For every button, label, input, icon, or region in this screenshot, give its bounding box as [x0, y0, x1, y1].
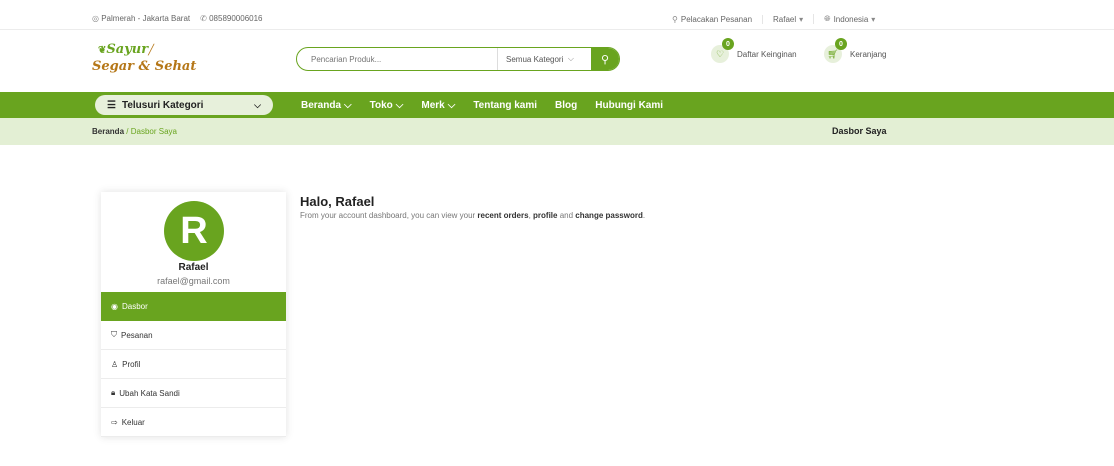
location-icon: ◎ [92, 14, 99, 23]
account-menu: ◉ Dasbor ⛉ Pesanan ♙ Profil 🔒︎ Ubah Kata San… [101, 292, 286, 437]
top-bar: ◎ Palmerah - Jakarta Barat ✆ 08589000601… [0, 0, 1114, 30]
top-links: ⚲ Pelacakan Pesanan Rafael ▾ 🌐︎ Indonesia ▾ [672, 14, 885, 24]
contact-info: ◎ Palmerah - Jakarta Barat ✆ 08589000601… [92, 14, 262, 23]
browse-categories-label: Telusuri Kategori [121, 99, 204, 111]
phone-icon: ✆ [200, 14, 207, 23]
nav-beranda[interactable]: Beranda ⌵ [301, 100, 352, 111]
chevron-down-icon: ⌵ [395, 99, 404, 111]
breadcrumb-current: Dasbor Saya [130, 127, 177, 136]
chevron-down-icon: ⌵ [567, 54, 574, 63]
search-icon: ⚲ [600, 53, 610, 66]
menu-dasbor[interactable]: ◉ Dasbor [101, 292, 286, 321]
change-password-link[interactable]: change password [575, 211, 643, 220]
nav-merk[interactable]: Merk ⌵ [421, 100, 455, 111]
chevron-down-icon: ⌵ [344, 99, 352, 111]
language-dropdown[interactable]: 🌐︎ Indonesia ▾ [813, 14, 885, 24]
avatar: R [164, 201, 224, 261]
menu-ubah-kata-sandi[interactable]: 🔒︎ Ubah Kata Sandi [101, 379, 286, 408]
carrot-icon: ╱ [148, 45, 155, 56]
category-select[interactable]: Semua Kategori ⌵ [497, 48, 591, 70]
logo[interactable]: ❦Sayur╱ Segar & Sehat [92, 42, 196, 75]
desc-text-4: . [642, 211, 646, 220]
dashboard-description: From your account dashboard, you can vie… [300, 211, 645, 220]
page-title: Dasbor Saya [832, 126, 887, 136]
main-nav: ☰ Telusuri Kategori ⌵ Beranda ⌵ Toko ⌵ Mer… [0, 92, 1114, 118]
cart-count-badge: 0 [835, 38, 847, 50]
nav-beranda-label: Beranda [301, 99, 342, 111]
category-select-label: Semua Kategori [506, 54, 564, 64]
menu-pesanan[interactable]: ⛉ Pesanan [101, 321, 286, 350]
dashboard-icon: ◉ [111, 302, 118, 311]
lock-icon: 🔒︎ [111, 388, 116, 397]
address-text: Palmerah - Jakarta Barat [101, 14, 191, 23]
nav-toko[interactable]: Toko ⌵ [370, 100, 404, 111]
phone: ✆ 085890006016 [200, 14, 262, 23]
logo-line1: Sayur [106, 42, 149, 57]
wishlist-link[interactable]: ♡ 0 Daftar Keinginan [711, 38, 797, 63]
nav-blog[interactable]: Blog [555, 100, 577, 111]
user-icon: ♙ [111, 359, 119, 369]
order-tracking-link[interactable]: ⚲ Pelacakan Pesanan [672, 15, 762, 24]
cart-label: Keranjang [850, 49, 887, 59]
chevron-down-icon: ▾ [871, 14, 876, 24]
wishlist-label: Daftar Keinginan [737, 49, 797, 59]
nav-hubungi-kami[interactable]: Hubungi Kami [595, 100, 663, 111]
desc-text-1: From your account dashboard, you can vie… [300, 211, 478, 220]
cart-link[interactable]: 🛒︎ 0 Keranjang [824, 38, 887, 63]
menu-profil-label: Profil [122, 359, 141, 369]
chevron-down-icon: ⌵ [447, 99, 456, 111]
nav-tentang-kami[interactable]: Tentang kami [473, 100, 537, 111]
hamburger-icon: ☰ [107, 99, 116, 111]
breadcrumb: Beranda / Dasbor Saya [92, 127, 177, 136]
user-dropdown[interactable]: Rafael ▾ [762, 14, 813, 24]
profile-email: rafael@gmail.com [157, 276, 230, 286]
account-sidebar: R Rafael rafael@gmail.com ◉ Dasbor ⛉ Pesan… [101, 192, 286, 437]
pin-icon: ⚲ [672, 14, 678, 24]
breadcrumb-bar: Beranda / Dasbor Saya Dasbor Saya [0, 118, 1114, 145]
greeting-heading: Halo, Rafael [300, 194, 375, 209]
nav-toko-label: Toko [369, 99, 393, 111]
chevron-down-icon: ⌵ [254, 99, 261, 110]
nav-merk-label: Merk [421, 99, 445, 111]
desc-text-3: and [557, 211, 576, 220]
user-label: Rafael [773, 14, 797, 24]
menu-keluar[interactable]: ⇨ Keluar [101, 408, 286, 437]
search-bar: Semua Kategori ⌵ ⚲ [296, 47, 620, 71]
menu-pesanan-label: Pesanan [121, 330, 153, 340]
menu-dasbor-label: Dasbor [121, 302, 148, 311]
breadcrumb-separator: / [126, 127, 129, 136]
wishlist-count-badge: 0 [722, 38, 734, 50]
menu-profil[interactable]: ♙ Profil [101, 350, 286, 379]
breadcrumb-home[interactable]: Beranda [92, 127, 124, 136]
phone-text: 085890006016 [209, 14, 263, 23]
header: ❦Sayur╱ Segar & Sehat Semua Kategori ⌵ ⚲… [0, 30, 1114, 92]
basket-icon: ⛉ [111, 330, 117, 339]
profile-link[interactable]: profile [533, 211, 557, 220]
logo-line2: Segar & Sehat [92, 59, 197, 74]
tracking-label: Pelacakan Pesanan [680, 14, 753, 24]
heart-icon: ♡ 0 [711, 38, 734, 63]
recent-orders-link[interactable]: recent orders [477, 211, 528, 220]
menu-ubah-kata-sandi-label: Ubah Kata Sandi [119, 388, 180, 398]
logout-icon: ⇨ [111, 417, 118, 427]
nav-links: Beranda ⌵ Toko ⌵ Merk ⌵ Tentang kami Blog H… [301, 92, 681, 118]
profile-name: Rafael [178, 262, 209, 273]
cart-icon: 🛒︎ 0 [824, 38, 847, 63]
search-input[interactable] [297, 48, 497, 70]
address: ◎ Palmerah - Jakarta Barat [92, 14, 190, 23]
search-button[interactable]: ⚲ [591, 48, 619, 70]
menu-keluar-label: Keluar [121, 417, 145, 427]
language-label: Indonesia [833, 14, 869, 24]
chevron-down-icon: ▾ [799, 14, 804, 24]
browse-categories-button[interactable]: ☰ Telusuri Kategori ⌵ [95, 95, 273, 115]
globe-icon: 🌐︎ [824, 14, 831, 23]
